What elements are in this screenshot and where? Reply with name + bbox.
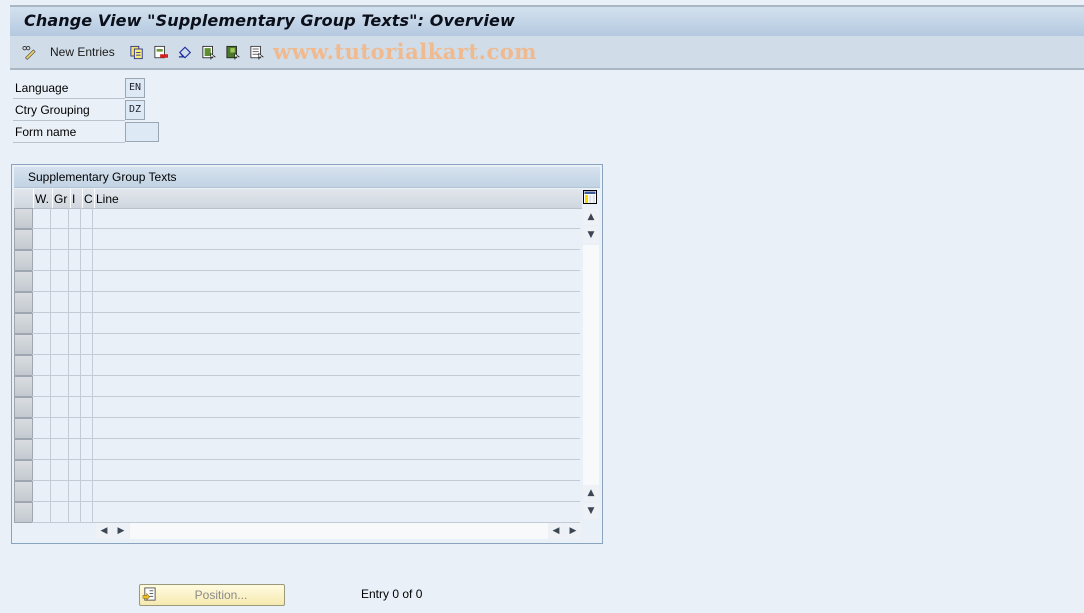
position-button-label: Position... <box>194 588 248 602</box>
table-row <box>32 480 580 481</box>
pencil-glasses-icon <box>22 45 36 60</box>
row-selector[interactable] <box>14 397 33 418</box>
scroll-down-button[interactable]: ▼ <box>583 503 599 519</box>
table-row <box>32 312 580 313</box>
row-selector[interactable] <box>14 208 33 229</box>
horizontal-scrollbar[interactable] <box>130 523 548 539</box>
column-divider <box>68 208 69 523</box>
new-entries-label: New Entries <box>50 45 115 59</box>
ctry-grouping-field[interactable]: DZ <box>125 100 145 120</box>
select-all-rows[interactable] <box>14 189 31 206</box>
row-selector[interactable] <box>14 313 33 334</box>
row-selector[interactable] <box>14 481 33 502</box>
row-selector[interactable] <box>14 376 33 397</box>
form-name-field[interactable] <box>125 122 159 142</box>
title-bar: Change View "Supplementary Group Texts":… <box>10 5 1084 37</box>
table-row <box>32 270 580 271</box>
row-selector[interactable] <box>14 418 33 439</box>
language-field[interactable]: EN <box>125 78 145 98</box>
scroll-right-button[interactable]: ▶ <box>113 523 129 539</box>
column-divider <box>80 208 81 523</box>
scroll-right-end-button[interactable]: ▶ <box>565 523 581 539</box>
column-header-gr[interactable]: Gr <box>54 192 67 206</box>
page-title: Change View "Supplementary Group Texts":… <box>24 11 515 30</box>
vertical-scrollbar[interactable] <box>583 245 599 489</box>
supplementary-group-texts-table: Supplementary Group Texts W. Gr I C Line… <box>11 164 603 544</box>
entry-count: Entry 0 of 0 <box>361 587 423 601</box>
column-header-line[interactable]: Line <box>96 192 119 206</box>
table-title: Supplementary Group Texts <box>28 170 177 184</box>
position-button[interactable]: Position... <box>139 584 285 606</box>
row-selector[interactable] <box>14 334 33 355</box>
delete-icon <box>154 45 168 58</box>
ctry-grouping-label: Ctry Grouping <box>13 100 125 121</box>
copy-icon <box>130 45 143 59</box>
scroll-left-end-button[interactable]: ◀ <box>548 523 564 539</box>
form-name-label: Form name <box>13 122 125 143</box>
table-row <box>32 333 580 334</box>
scroll-page-down-button[interactable]: ▼ <box>583 227 599 243</box>
table-header: W. Gr I C Line <box>14 189 582 209</box>
copy-button[interactable] <box>130 44 144 60</box>
row-selector[interactable] <box>14 250 33 271</box>
column-header-w[interactable]: W. <box>35 192 49 206</box>
table-row <box>32 501 580 502</box>
table-row <box>32 249 580 250</box>
undo-button[interactable] <box>178 44 192 60</box>
row-selector[interactable] <box>14 439 33 460</box>
table-row <box>32 291 580 292</box>
column-divider <box>50 208 51 523</box>
row-selector[interactable] <box>14 292 33 313</box>
table-row <box>32 417 580 418</box>
row-selector[interactable] <box>14 502 33 523</box>
table-row <box>32 459 580 460</box>
table-row <box>32 438 580 439</box>
undo-icon <box>178 45 192 59</box>
column-settings-icon[interactable] <box>583 190 597 204</box>
table-row <box>32 228 580 229</box>
new-entries-button[interactable]: New Entries <box>50 44 115 60</box>
table-row <box>32 396 580 397</box>
row-selector[interactable] <box>14 229 33 250</box>
column-header-c[interactable]: C <box>84 192 93 206</box>
row-selector[interactable] <box>14 460 33 481</box>
table-title-bar: Supplementary Group Texts <box>14 167 600 188</box>
column-divider <box>92 208 93 523</box>
row-selector[interactable] <box>14 355 33 376</box>
watermark-text: www.tutorialkart.com <box>273 39 537 64</box>
language-label: Language <box>13 78 125 99</box>
scroll-left-button[interactable]: ◀ <box>96 523 112 539</box>
display-change-button[interactable] <box>22 44 36 60</box>
row-selector[interactable] <box>14 271 33 292</box>
table-row <box>32 354 580 355</box>
select-block-button[interactable] <box>226 44 240 60</box>
select-all-button[interactable] <box>202 44 216 60</box>
delete-button[interactable] <box>154 44 168 60</box>
scroll-page-up-button[interactable]: ▲ <box>583 485 599 501</box>
toolbar: New Entries <box>10 36 1084 70</box>
deselect-all-icon <box>250 45 264 60</box>
table-row <box>32 375 580 376</box>
column-header-i[interactable]: I <box>72 192 75 206</box>
deselect-all-button[interactable] <box>250 44 264 60</box>
select-all-icon <box>202 45 216 60</box>
scroll-up-button[interactable]: ▲ <box>583 209 599 225</box>
select-block-icon <box>226 45 240 60</box>
